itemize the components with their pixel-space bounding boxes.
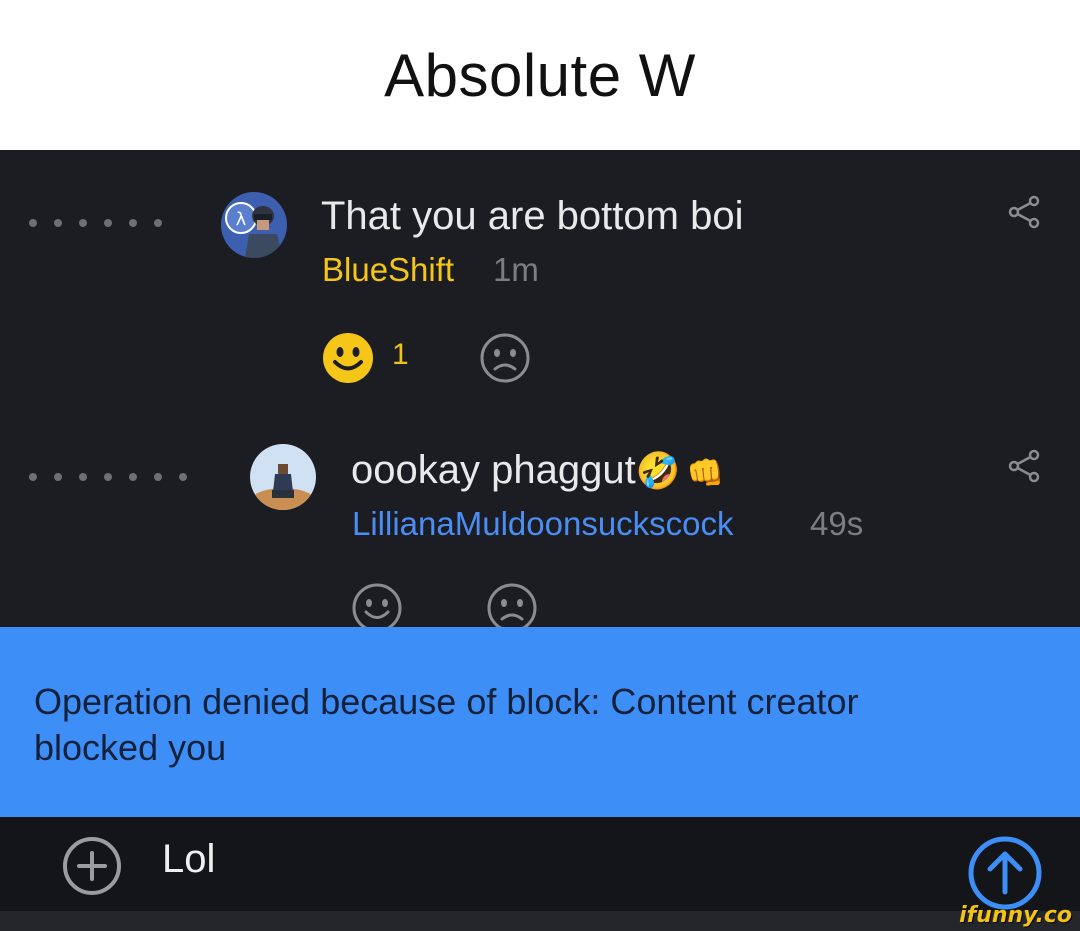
like-count: 1 — [392, 338, 409, 371]
meme-caption: Absolute W — [0, 0, 1080, 150]
bottom-strip — [0, 911, 1080, 931]
comment-username[interactable]: BlueShift — [322, 251, 454, 289]
frown-icon[interactable] — [478, 331, 532, 385]
comment-username[interactable]: LillianaMuldoonsuckscock — [352, 505, 734, 543]
thread-depth-indicator — [29, 473, 187, 481]
thread-depth-indicator — [29, 219, 162, 227]
comment-input-bar: Lol — [0, 817, 1080, 911]
soldier-avatar-icon[interactable]: λ — [221, 192, 287, 258]
smile-icon[interactable] — [321, 331, 375, 385]
toast-message: Operation denied because of block: Conte… — [34, 681, 859, 768]
comment-timestamp: 49s — [810, 505, 864, 542]
fist-bump-emoji-icon: 👊 — [686, 457, 724, 490]
ifunny-watermark: ifunny.co — [959, 903, 1072, 928]
share-icon[interactable] — [1006, 194, 1042, 230]
comment-input[interactable]: Lol — [162, 837, 215, 882]
comment-text: That you are bottom boi — [321, 194, 744, 238]
share-icon[interactable] — [1006, 448, 1042, 484]
desert-person-avatar-icon[interactable] — [250, 444, 316, 510]
comment-text: oookay phaggut🤣 👊 — [351, 448, 724, 493]
add-attachment-button[interactable] — [62, 836, 122, 896]
rolling-laughing-emoji-icon: 🤣 — [635, 450, 681, 491]
error-toast: Operation denied because of block: Conte… — [0, 627, 1080, 817]
comment-text-body: oookay phaggut — [351, 448, 636, 492]
svg-text:λ: λ — [236, 209, 247, 230]
send-button[interactable] — [966, 834, 1044, 912]
caption-text: Absolute W — [384, 41, 696, 109]
comment-timestamp: 1m — [493, 251, 539, 288]
comments-screen: λ That you are bottom boi BlueShift 1m 1 — [0, 150, 1080, 931]
